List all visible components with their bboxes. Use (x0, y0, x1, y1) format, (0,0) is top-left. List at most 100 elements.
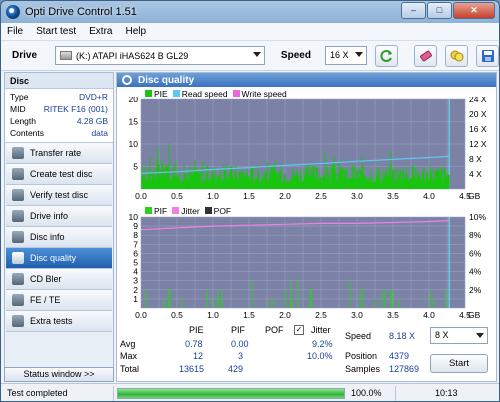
nav-item-icon (12, 168, 24, 180)
stats-header-jitter: Jitter (311, 325, 331, 335)
nav-item-icon (12, 315, 24, 327)
sidebar-item-label: Create test disc (30, 169, 93, 179)
menu-help[interactable]: Help (125, 26, 146, 37)
disc-quality-panel: Disc quality PIE Read speed Write speed … (116, 72, 497, 382)
total-label: Total (120, 364, 140, 374)
refresh-icon (380, 49, 392, 62)
y2-tick-label: 4 X (469, 169, 482, 179)
info-value: RITEK F16 (001) (43, 104, 108, 114)
x-tick-label: 1.5 (243, 310, 255, 320)
avg-pie: 0.78 (185, 339, 203, 349)
sidebar-item-disc-info[interactable]: Disc info (6, 227, 112, 248)
avg-jitter: 9.2% (312, 339, 333, 349)
menu-file[interactable]: File (7, 26, 23, 37)
menu-start-test[interactable]: Start test (36, 26, 76, 37)
nav-item-icon (12, 147, 24, 159)
nav-list: Transfer rate Create test disc Verify test… (5, 143, 113, 332)
app-logo-icon (6, 5, 20, 19)
disc-info-box: Type DVD+R MID RITEK F16 (001) Length 4.28 … (5, 89, 113, 143)
x-tick-label: 4.0 (423, 310, 435, 320)
status-bar: Test completed 100.0% 10:13 (1, 383, 499, 401)
title-bar: Opti Drive Control 1.51 – □ ✕ (1, 1, 499, 23)
samples-label: Samples (345, 364, 381, 374)
minimize-button[interactable]: – (401, 2, 426, 19)
status-text: Test completed (7, 388, 68, 398)
swatch (204, 207, 212, 214)
speed-stat-label: Speed (345, 331, 372, 341)
info-value: DVD+R (78, 92, 108, 102)
x-tick-label: 1.5 (243, 191, 255, 201)
app-window: Opti Drive Control 1.51 – □ ✕ File Start… (0, 0, 500, 402)
info-row-length: Length 4.28 GB (5, 115, 113, 127)
test-speed-value: 8 X (435, 330, 449, 340)
nav-item-icon (12, 252, 24, 264)
eraser-icon (419, 50, 432, 61)
test-speed-select[interactable]: 8 X (430, 327, 488, 344)
start-button[interactable]: Start (430, 354, 488, 373)
speed-stat-value: 8.18 X (389, 331, 416, 341)
panel-title: Disc quality (138, 74, 195, 86)
sidebar-item-drive-info[interactable]: Drive info (6, 206, 112, 227)
x-tick-label: 2.0 (279, 310, 291, 320)
sidebar-item-fe-te[interactable]: FE / TE (6, 290, 112, 311)
drive-select[interactable]: (K:) ATAPI iHAS624 B GL29 (55, 46, 265, 65)
max-pie: 12 (193, 351, 204, 361)
chevron-down-icon (355, 52, 364, 57)
copy-button[interactable] (445, 44, 469, 67)
sidebar-item-transfer-rate[interactable]: Transfer rate (6, 143, 112, 164)
info-value: 4.28 GB (76, 116, 108, 126)
info-key: Contents (10, 128, 45, 138)
save-button[interactable] (476, 44, 499, 67)
swatch (232, 90, 240, 97)
close-button[interactable]: ✕ (453, 2, 495, 19)
sidebar-item-label: Transfer rate (30, 148, 82, 158)
sidebar-item-disc-quality[interactable]: Disc quality (6, 248, 112, 269)
speed-select[interactable]: 16 X (324, 46, 368, 65)
y2-tick-label: 4% (469, 267, 482, 277)
toolbar: Drive (K:) ATAPI iHAS624 B GL29 Speed 16… (1, 41, 499, 71)
nav-item-icon (12, 189, 24, 201)
sidebar-item-create-test-disc[interactable]: Create test disc (6, 164, 112, 185)
x-tick-label: 4.0 (423, 191, 435, 201)
nav-item-icon (12, 273, 24, 285)
sidebar-item-cd-bler[interactable]: CD Bler (6, 269, 112, 290)
disc-header: Disc (5, 73, 113, 89)
x-tick-label: 3.5 (387, 191, 399, 201)
elapsed-time: 10:13 (435, 388, 458, 398)
total-pif: 429 (228, 364, 244, 374)
y2-tick-label: 6% (469, 248, 482, 258)
x-tick-label: 2.0 (279, 191, 291, 201)
stats-panel: PIE PIF POF ✓ Jitter Avg 0.78 0.00 9.2% … (117, 321, 496, 383)
progress-fill (118, 389, 344, 398)
avg-pif: 0.00 (231, 339, 249, 349)
nav-item-icon (12, 210, 24, 222)
nav-item-icon (12, 294, 24, 306)
sidebar-item-extra-tests[interactable]: Extra tests (6, 311, 112, 332)
swatch (172, 207, 180, 214)
status-window-button[interactable]: Status window >> (4, 367, 114, 382)
sidebar-item-label: Extra tests (30, 316, 73, 326)
pie-chart: 20 15 10 5 24 X 20 X 16 X 12 X 8 X 4 X 0.0 0.5 1.0 1.… (129, 97, 487, 201)
maximize-button[interactable]: □ (427, 2, 452, 19)
x-tick-label: 3.5 (387, 310, 399, 320)
sidebar-item-label: Disc info (30, 232, 65, 242)
info-key: MID (10, 104, 26, 114)
sidebar-item-verify-test-disc[interactable]: Verify test disc (6, 185, 112, 206)
menu-extra[interactable]: Extra (89, 26, 112, 37)
x-tick-label: 2.5 (315, 191, 327, 201)
samples-value: 127869 (389, 364, 420, 374)
panel-header: Disc quality (117, 73, 496, 87)
sidebar-item-label: CD Bler (30, 274, 62, 284)
refresh-button[interactable] (375, 44, 399, 67)
y2-tick-label: 2% (469, 285, 482, 295)
jitter-checkbox[interactable]: ✓ (294, 325, 304, 335)
y-tick-label: 20 (129, 97, 139, 104)
max-jitter: 10.0% (307, 351, 333, 361)
erase-button[interactable] (414, 44, 438, 67)
disc-quality-icon (122, 75, 132, 85)
drive-select-value: (K:) ATAPI iHAS624 B GL29 (76, 50, 189, 61)
swatch (145, 90, 152, 97)
chevron-down-icon (476, 333, 484, 338)
progress-bar (117, 388, 345, 399)
avg-label: Avg (120, 339, 136, 349)
